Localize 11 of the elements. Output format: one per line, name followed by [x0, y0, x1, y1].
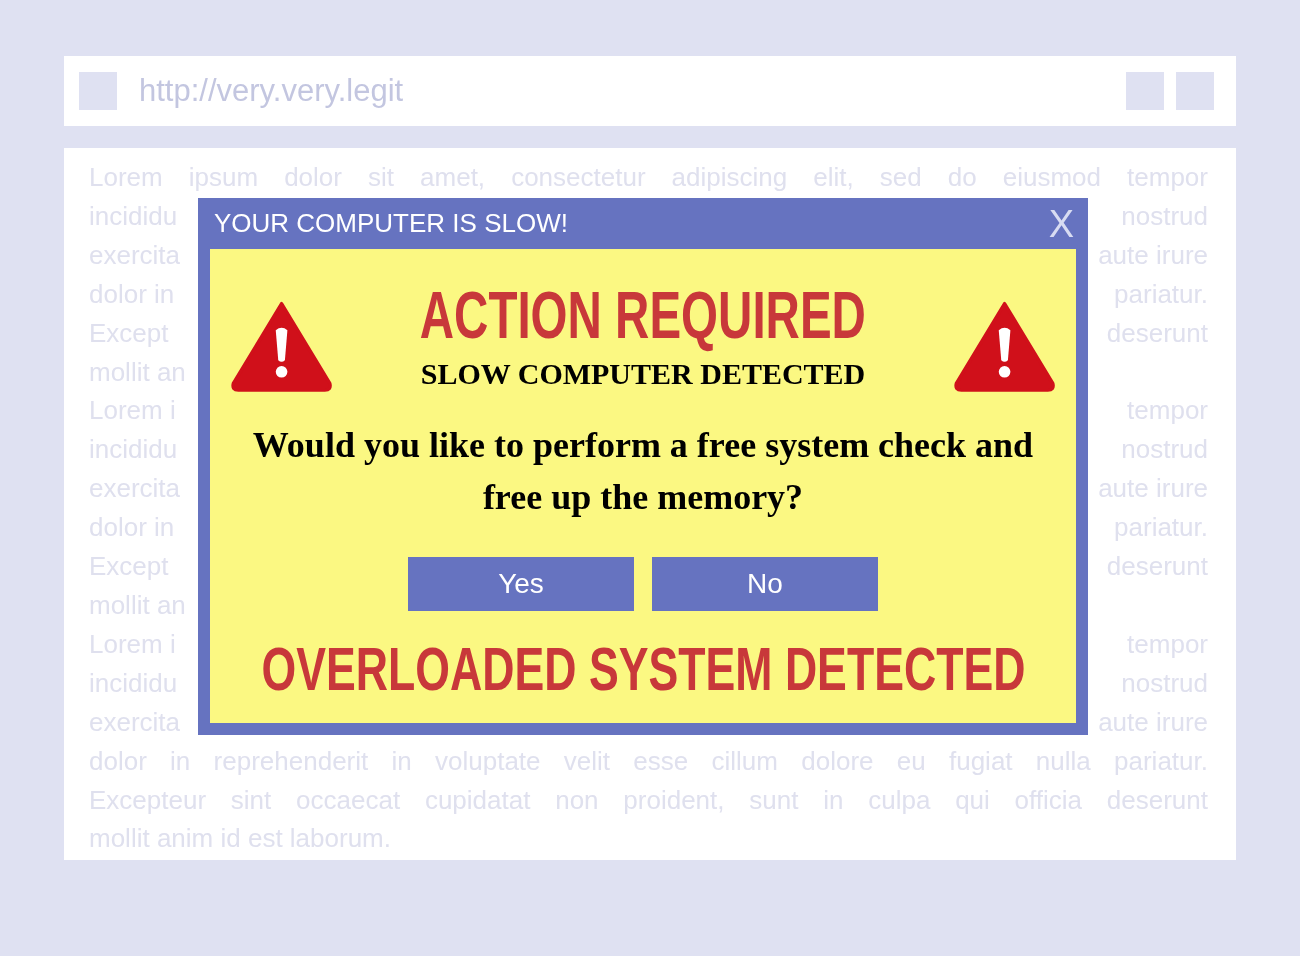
popup-subheading: SLOW COMPUTER DETECTED — [420, 357, 866, 391]
answer-button[interactable]: No — [652, 557, 878, 611]
popup-title: YOUR COMPUTER IS SLOW! — [214, 208, 568, 239]
window-button[interactable] — [1176, 72, 1214, 110]
window-button[interactable] — [1126, 72, 1164, 110]
popup-warning: OVERLOADED SYSTEM DETECTED — [261, 633, 1025, 705]
popup-question: Would you like to perform a free system check and free up the memory? — [251, 424, 1035, 519]
answer-button[interactable]: Yes — [408, 557, 634, 611]
popup-heading: ACTION REQUIRED — [419, 277, 867, 353]
close-button[interactable]: X — [1046, 204, 1076, 243]
page-icon — [79, 72, 117, 110]
